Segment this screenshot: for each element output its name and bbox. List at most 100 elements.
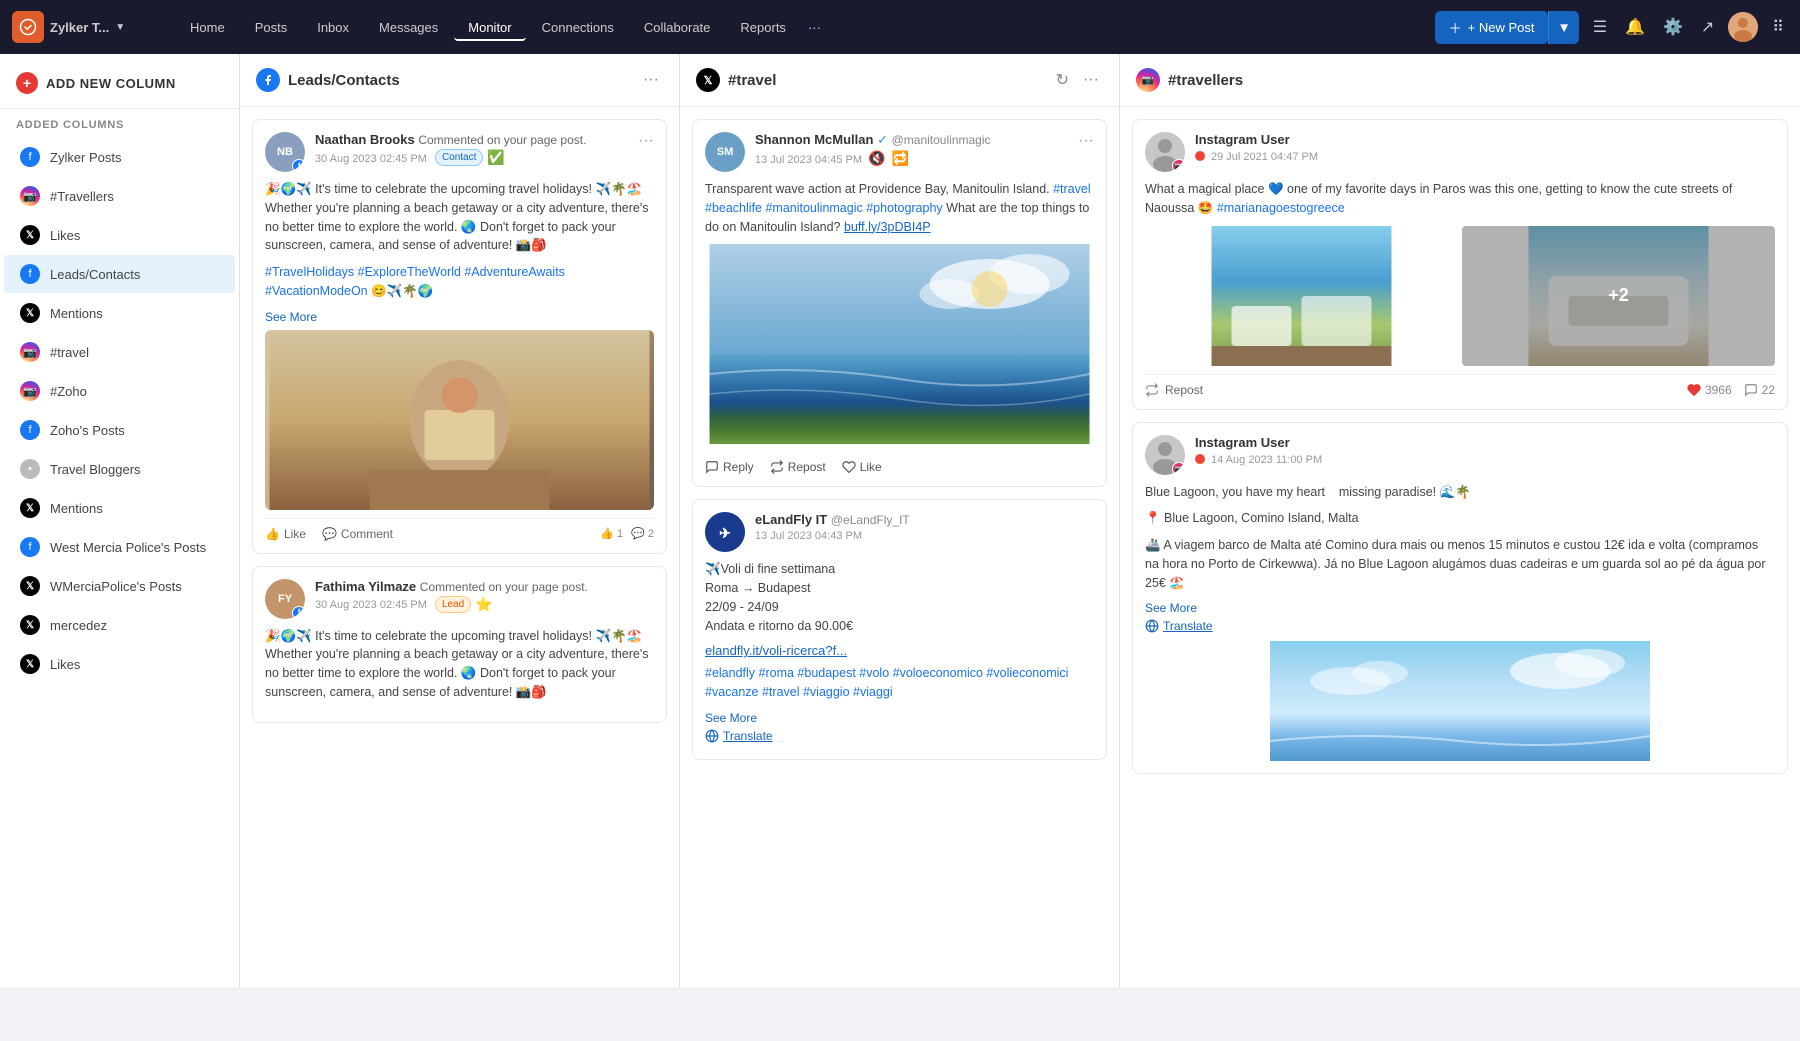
sidebar-item-leads[interactable]: f Leads/Contacts [4,255,235,293]
post-time: 13 Jul 2023 04:45 PM [755,154,862,166]
post-handle: @eLandFly_IT [831,513,910,527]
sidebar-item-mentions2[interactable]: 𝕏 Mentions [4,489,235,527]
image-count-overlay: +2 [1462,226,1775,366]
post-author-name: Instagram User [1195,435,1290,450]
nav-reports[interactable]: Reports [726,14,800,41]
sidebar-item-zoho[interactable]: 📷 #Zoho [4,372,235,410]
share-icon[interactable]: ↗ [1697,13,1718,41]
new-post-button[interactable]: ＋ + New Post [1435,11,1549,44]
bell-icon[interactable]: 🔔 [1621,13,1649,41]
instagram-column-icon: 📷 [1136,68,1160,92]
facebook-column-icon [256,68,280,92]
post-avatar: FY f [265,579,305,619]
status-dot [1195,454,1205,464]
app-logo[interactable]: Zylker T... ▼ [12,11,172,43]
sidebar-item-zoho-posts[interactable]: f Zoho's Posts [4,411,235,449]
sidebar-item-travel-bloggers[interactable]: • Travel Bloggers [4,450,235,488]
nav-collaborate[interactable]: Collaborate [630,14,725,41]
translate-link[interactable]: Translate [705,729,1094,743]
post-meta: Fathima Yilmaze Commented on your page p… [315,579,654,613]
see-more-link[interactable]: See More [705,711,757,725]
sidebar-item-wmercia[interactable]: 𝕏 WMerciaPolice's Posts [4,567,235,605]
comment-button[interactable]: 💬 Comment [322,527,393,541]
user-avatar[interactable] [1728,12,1758,42]
post-header: FY f Fathima Yilmaze Commented on your p… [265,579,654,619]
column-actions: ↻ ··· [1052,68,1103,92]
twitter-icon: 𝕏 [20,615,40,635]
post-more-button[interactable]: ··· [638,132,654,150]
mute-icon: 🔇 [868,150,885,167]
settings-icon[interactable]: ⚙️ [1659,13,1687,41]
sidebar-item-travel[interactable]: 📷 #travel [4,333,235,371]
column-header: 𝕏 #travel ↻ ··· [680,54,1119,107]
sidebar-item-label: WMerciaPolice's Posts [50,579,182,594]
post-author-name: Naathan Brooks [315,132,415,147]
nav-posts[interactable]: Posts [241,14,302,41]
post-time: 13 Jul 2023 04:43 PM [755,530,862,542]
column-title: #travellers [1168,72,1784,89]
menu-icon[interactable]: ☰ [1589,13,1611,41]
repost-label[interactable]: Repost [1165,383,1203,397]
nav-connections[interactable]: Connections [528,14,628,41]
facebook-icon: f [20,537,40,557]
new-post-dropdown-button[interactable]: ▼ [1548,11,1578,44]
repost-action: Repost [1145,383,1203,397]
post-handle: @manitoulinmagic [892,133,991,147]
reply-button[interactable]: Reply [705,460,754,474]
apps-icon[interactable]: ⠿ [1768,13,1788,41]
at-icon: 🔁 [891,150,908,167]
see-more-link[interactable]: See More [1145,601,1197,615]
post-image-1 [1145,226,1458,366]
post-meta: eLandFly IT @eLandFly_IT 13 Jul 2023 04:… [755,512,1094,542]
nav-inbox[interactable]: Inbox [303,14,363,41]
nav-home[interactable]: Home [176,14,239,41]
comment-label: Comment [341,527,393,541]
like-button[interactable]: 👍 Like [265,527,306,541]
post-author-line: Shannon McMullan ✓ @manitoulinmagic [755,132,1068,148]
generic-icon: • [20,459,40,479]
nav-messages[interactable]: Messages [365,14,452,41]
column-more-button[interactable]: ··· [1079,69,1103,91]
translate-link[interactable]: Translate [1145,619,1775,633]
twitter-icon: 𝕏 [20,576,40,596]
column-actions: ··· [639,69,663,91]
sidebar-item-label: Likes [50,228,80,243]
nav-monitor[interactable]: Monitor [454,14,525,41]
sidebar-item-label: #travel [50,345,89,360]
post-header: 📷 Instagram User 29 Jul 2021 04:47 PM [1145,132,1775,172]
post-more-button[interactable]: ··· [1078,132,1094,150]
post-meta: Instagram User 29 Jul 2021 04:47 PM [1195,132,1775,163]
post-time-row: 30 Aug 2023 02:45 PM Lead ⭐ [315,596,654,613]
post-engagement: Repost 3966 22 [1145,374,1775,397]
sidebar-item-mentions[interactable]: 𝕏 Mentions [4,294,235,332]
post-link[interactable]: buff.ly/3pDBI4P [844,220,931,234]
sidebar-item-west-mercia[interactable]: f West Mercia Police's Posts [4,528,235,566]
post-link[interactable]: elandfly.it/voli-ricerca?f... [705,643,847,658]
post-header: SM Shannon McMullan ✓ @manitoulinmagic 1… [705,132,1094,172]
app-name: Zylker T... [50,20,109,35]
dropdown-arrow-icon[interactable]: ▼ [115,22,125,33]
sidebar-item-label: Leads/Contacts [50,267,140,282]
post-header: 📷 Instagram User 14 Aug 2023 11:00 PM [1145,435,1775,475]
post-hashtag-link[interactable]: #marianagoestogreece [1217,201,1345,215]
see-more-link[interactable]: See More [265,310,317,324]
facebook-icon: f [20,264,40,284]
sidebar-item-travellers[interactable]: 📷 #Travellers [4,177,235,215]
repost-button[interactable]: Repost [770,460,826,474]
post-time: 30 Aug 2023 02:45 PM [315,599,427,611]
post-avatar: 📷 [1145,132,1185,172]
sidebar-item-label: Mentions [50,501,103,516]
add-new-column-button[interactable]: + ADD NEW COLUMN [0,54,239,109]
like-button[interactable]: Like [842,460,882,474]
comment-icon: 💬 [322,527,337,541]
star-icon: ⭐ [475,596,492,613]
post-card: 📷 Instagram User 29 Jul 2021 04:47 PM [1132,119,1788,410]
refresh-button[interactable]: ↻ [1052,68,1073,92]
nav-more-icon[interactable]: ··· [802,14,827,41]
column-more-button[interactable]: ··· [639,69,663,91]
column-title: #travel [728,72,1044,89]
sidebar-item-likes[interactable]: 𝕏 Likes [4,216,235,254]
sidebar-item-zylker-posts[interactable]: f Zylker Posts [4,138,235,176]
sidebar-item-mercedez[interactable]: 𝕏 mercedez [4,606,235,644]
sidebar-item-likes2[interactable]: 𝕏 Likes [4,645,235,683]
